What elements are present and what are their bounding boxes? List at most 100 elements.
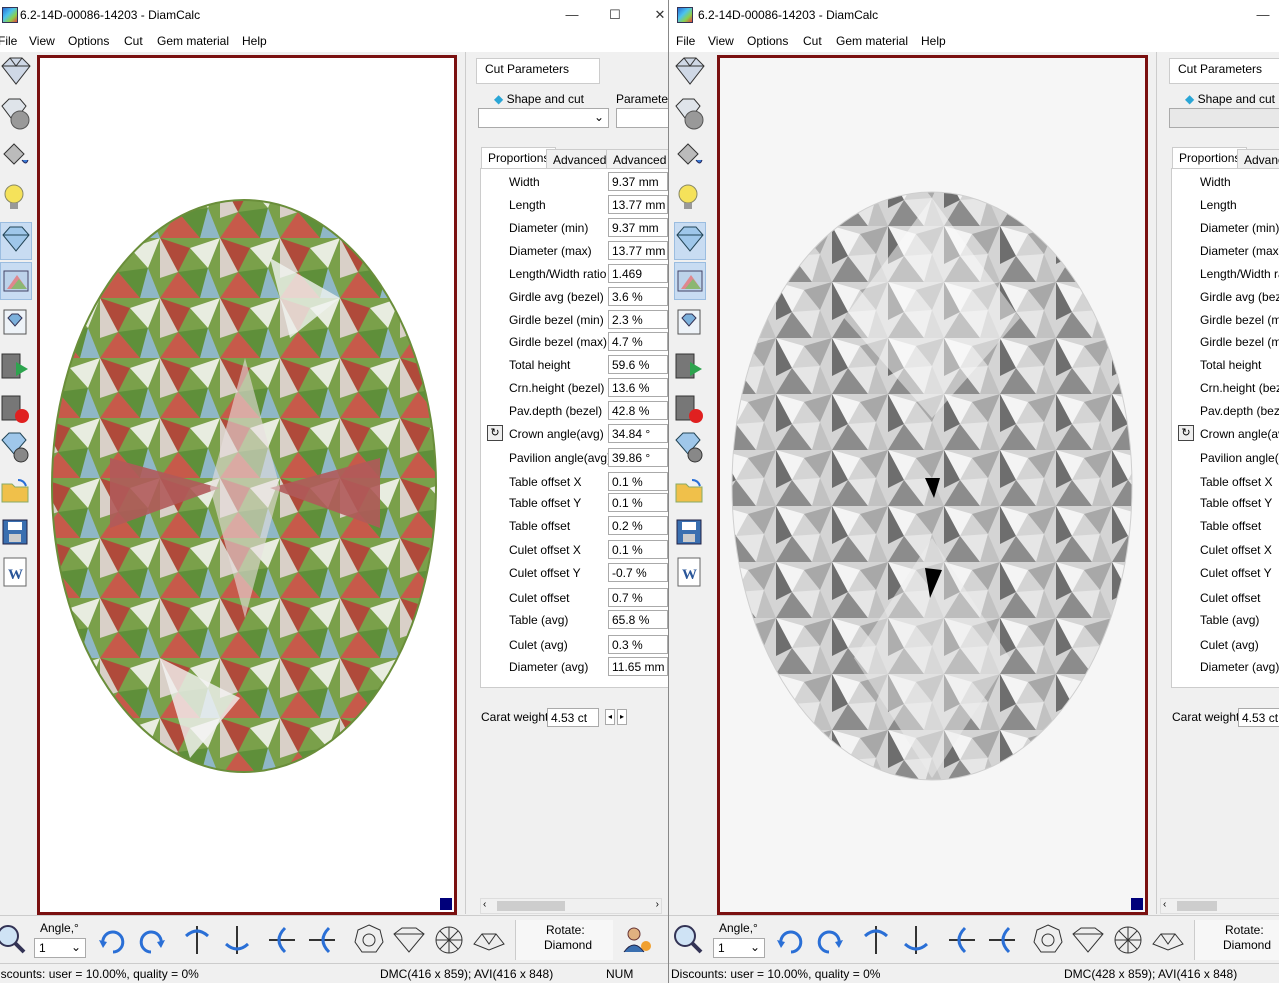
link-icon[interactable]: ↻	[487, 425, 503, 441]
view-side-button[interactable]	[1071, 922, 1105, 958]
carat-increase-button[interactable]: ▸	[617, 709, 627, 725]
flip-vertical-right-button[interactable]	[220, 922, 254, 958]
scroll-left-icon[interactable]: ‹	[1163, 899, 1166, 910]
view-bottom-button[interactable]	[432, 922, 466, 958]
close-button[interactable]: ✕	[650, 5, 668, 25]
param-value-field[interactable]: 3.6 %	[608, 287, 668, 306]
param-value-field[interactable]: 4.7 %	[608, 332, 668, 351]
diamond-view-button[interactable]	[0, 54, 32, 92]
paint-bucket-button[interactable]	[0, 138, 32, 176]
shape-select[interactable]: ⌄	[478, 108, 609, 128]
view-angle-button[interactable]	[1151, 922, 1185, 958]
diamond-viewport[interactable]	[717, 55, 1148, 915]
param-value-field[interactable]: -0.7 %	[608, 563, 668, 582]
spectrum-button[interactable]	[0, 262, 32, 300]
menu-file[interactable]: File	[0, 34, 17, 48]
open-folder-button[interactable]	[0, 472, 32, 510]
gem-image-button[interactable]	[674, 304, 706, 342]
tab-advanced-more[interactable]: Advanced ...	[606, 149, 668, 169]
menu-cut[interactable]: Cut	[803, 34, 822, 48]
menu-gem-material[interactable]: Gem material	[157, 34, 229, 48]
parameters-select[interactable]	[616, 108, 668, 128]
shape-select[interactable]	[1169, 108, 1279, 128]
view-side-button[interactable]	[392, 922, 426, 958]
angle-select[interactable]: 1 ⌄	[34, 938, 86, 958]
rotate-cw-button[interactable]	[813, 922, 847, 958]
param-value-field[interactable]: 13.6 %	[608, 378, 668, 397]
tab-advanced[interactable]: Advanced	[546, 149, 614, 169]
rotate-cw-button[interactable]	[135, 922, 169, 958]
maximize-button[interactable]: ☐	[605, 5, 625, 25]
flip-horizontal-right-button[interactable]	[305, 922, 339, 958]
zoom-button[interactable]	[0, 922, 28, 958]
paint-bucket-button[interactable]	[674, 138, 706, 176]
menu-help[interactable]: Help	[921, 34, 946, 48]
menu-view[interactable]: View	[708, 34, 734, 48]
link-icon[interactable]: ↻	[1178, 425, 1194, 441]
view-angle-button[interactable]	[472, 922, 506, 958]
param-value-field[interactable]: 34.84 °	[608, 424, 668, 443]
param-value-field[interactable]: 0.1 %	[608, 472, 668, 491]
param-value-field[interactable]: 0.3 %	[608, 635, 668, 654]
param-value-field[interactable]: 59.6 %	[608, 355, 668, 374]
tab-cut-parameters[interactable]: Cut Parameters	[476, 58, 600, 84]
diamond-settings-button[interactable]	[674, 430, 706, 468]
tab-advanced[interactable]: Advance	[1237, 149, 1279, 169]
open-folder-button[interactable]	[674, 472, 706, 510]
view-top-button[interactable]	[352, 922, 386, 958]
view-top-button[interactable]	[1031, 922, 1065, 958]
param-value-field[interactable]: 2.3 %	[608, 310, 668, 329]
param-value-field[interactable]: 13.77 mm	[608, 241, 668, 260]
minimize-button[interactable]: —	[562, 5, 582, 25]
param-value-field[interactable]: 9.37 mm	[608, 172, 668, 191]
save-button[interactable]	[674, 514, 706, 552]
menu-file[interactable]: File	[676, 34, 695, 48]
play-video-button[interactable]	[0, 348, 32, 386]
param-value-field[interactable]: 1.469	[608, 264, 668, 283]
menu-help[interactable]: Help	[242, 34, 267, 48]
param-value-field[interactable]: 0.2 %	[608, 516, 668, 535]
param-value-field[interactable]: 0.1 %	[608, 493, 668, 512]
diamond-sphere-button[interactable]	[0, 96, 32, 134]
param-value-field[interactable]: 65.8 %	[608, 610, 668, 629]
scroll-left-icon[interactable]: ‹	[483, 899, 486, 910]
scrollbar-thumb[interactable]	[497, 901, 565, 911]
flip-horizontal-left-button[interactable]	[265, 922, 299, 958]
panel-horizontal-scrollbar[interactable]: ‹	[1160, 898, 1279, 914]
menu-options[interactable]: Options	[68, 34, 109, 48]
diamond-sphere-button[interactable]	[674, 96, 706, 134]
diamond-render-button[interactable]	[0, 222, 32, 260]
param-value-field[interactable]: 0.1 %	[608, 540, 668, 559]
angle-select[interactable]: 1 ⌄	[713, 938, 765, 958]
carat-decrease-button[interactable]: ◂	[605, 709, 615, 725]
tab-cut-parameters[interactable]: Cut Parameters	[1169, 58, 1279, 84]
diamond-settings-button[interactable]	[0, 430, 32, 468]
rotate-mode-box[interactable]: Rotate: Diamond	[1194, 920, 1279, 960]
flip-vertical-right-button[interactable]	[899, 922, 933, 958]
param-value-field[interactable]: 9.37 mm	[608, 218, 668, 237]
carat-weight-field[interactable]: 4.53 ct	[1238, 708, 1279, 727]
flip-horizontal-left-button[interactable]	[945, 922, 979, 958]
flip-vertical-left-button[interactable]	[859, 922, 893, 958]
zoom-button[interactable]	[671, 922, 705, 958]
param-value-field[interactable]: 0.7 %	[608, 588, 668, 607]
param-value-field[interactable]: 39.86 °	[608, 448, 668, 467]
export-word-button[interactable]: W	[674, 554, 706, 592]
menu-gem-material[interactable]: Gem material	[836, 34, 908, 48]
menu-options[interactable]: Options	[747, 34, 788, 48]
user-settings-button[interactable]	[620, 922, 654, 958]
menu-view[interactable]: View	[29, 34, 55, 48]
diamond-render-button[interactable]	[674, 222, 706, 260]
flip-vertical-left-button[interactable]	[180, 922, 214, 958]
scrollbar-thumb[interactable]	[1177, 901, 1217, 911]
param-value-field[interactable]: 42.8 %	[608, 401, 668, 420]
scroll-right-icon[interactable]: ›	[656, 899, 659, 910]
panel-horizontal-scrollbar[interactable]: ‹ ›	[480, 898, 662, 914]
minimize-button[interactable]: —	[1253, 5, 1273, 25]
export-word-button[interactable]: W	[0, 554, 32, 592]
light-bulb-button[interactable]	[674, 180, 706, 218]
param-value-field[interactable]: 13.77 mm	[608, 195, 668, 214]
record-video-button[interactable]	[674, 390, 706, 428]
carat-weight-field[interactable]: 4.53 ct	[547, 708, 599, 727]
param-value-field[interactable]: 11.65 mm	[608, 657, 668, 676]
